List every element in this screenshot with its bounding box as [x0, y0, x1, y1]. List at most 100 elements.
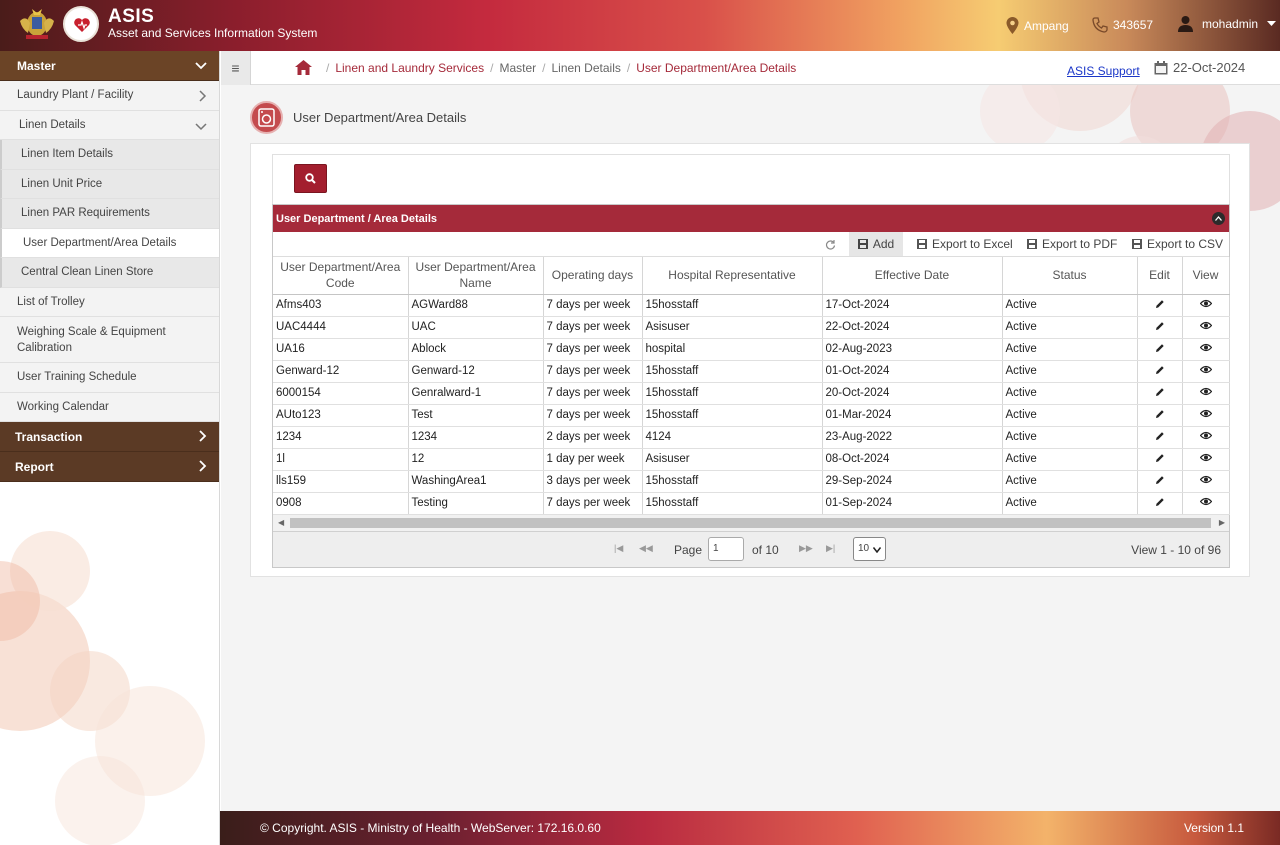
horizontal-scrollbar[interactable]: ◀ ▶ — [273, 515, 1229, 531]
sidebar-item-linen-item-details[interactable]: Linen Item Details — [0, 140, 219, 170]
refresh-button[interactable] — [825, 232, 836, 256]
sidebar-item-linen-unit-price[interactable]: Linen Unit Price — [0, 169, 219, 199]
export-csv-button[interactable]: Export to CSV — [1132, 232, 1223, 256]
table-row[interactable]: UA16 Ablock 7 days per week hospital 02-Aug-… — [273, 338, 1230, 361]
prev-page-icon[interactable]: ◀◀ — [639, 543, 653, 554]
chevron-right-icon — [199, 90, 207, 102]
sidebar-item-linen-details[interactable]: Linen Details — [0, 110, 219, 140]
view-eye-icon[interactable] — [1199, 431, 1212, 440]
page-number-input[interactable]: 1 — [708, 537, 744, 561]
column-header: Edit — [1137, 257, 1183, 295]
page-size-select[interactable]: 10 — [853, 537, 886, 561]
edit-pencil-icon[interactable] — [1155, 453, 1165, 463]
export-pdf-button[interactable]: Export to PDF — [1027, 232, 1117, 256]
column-header[interactable]: User Department/Area Code — [273, 257, 409, 295]
table-row[interactable]: 6000154 Genralward-1 7 days per week 15hoss… — [273, 382, 1230, 405]
table-cell: 7 days per week — [543, 404, 643, 427]
export-excel-button[interactable]: Export to Excel — [917, 232, 1013, 256]
sidebar-item-user-training[interactable]: User Training Schedule — [0, 363, 219, 393]
view-eye-icon[interactable] — [1199, 343, 1212, 352]
sidebar-item-list-of-trolley[interactable]: List of Trolley — [0, 287, 219, 317]
menu-master[interactable]: Master — [0, 51, 219, 81]
user-menu[interactable]: mohadmin — [1177, 15, 1277, 32]
scroll-right-icon[interactable]: ▶ — [1219, 518, 1225, 527]
phone-indicator[interactable]: 343657 — [1092, 17, 1153, 33]
table-row[interactable]: AUto123 Test 7 days per week 15hosstaff 01-M… — [273, 404, 1230, 427]
chevron-up-icon — [1215, 216, 1222, 221]
location-indicator[interactable]: Ampang — [1006, 17, 1069, 34]
view-eye-icon[interactable] — [1199, 475, 1212, 484]
edit-pencil-icon[interactable] — [1155, 321, 1165, 331]
home-icon[interactable] — [295, 60, 312, 75]
table-cell: 0908 — [273, 492, 409, 515]
collapse-grid-button[interactable] — [1212, 212, 1225, 225]
sidebar-item-label: Working Calendar — [17, 400, 109, 413]
table-row[interactable]: Genward-12 Genward-12 7 days per week 15hos… — [273, 360, 1230, 383]
menu-report[interactable]: Report — [0, 452, 219, 482]
main-content: ≡ / Linen and Laundry Services / Master … — [221, 51, 1280, 811]
table-cell: 7 days per week — [543, 360, 643, 383]
search-area — [272, 154, 1230, 204]
sidebar-item-laundry-plant[interactable]: Laundry Plant / Facility — [0, 81, 219, 111]
next-page-icon[interactable]: ▶▶ — [799, 543, 813, 554]
search-button[interactable] — [294, 164, 327, 193]
table-row[interactable]: 1234 1234 2 days per week 4124 23-Aug-2022 Ac… — [273, 426, 1230, 449]
table-cell: Active — [1002, 448, 1138, 471]
breadcrumb-item[interactable]: Linen and Laundry Services — [335, 61, 484, 75]
column-header[interactable]: User Department/Area Name — [408, 257, 544, 295]
table-row[interactable]: lls159 WashingArea1 3 days per week 15hosst… — [273, 470, 1230, 493]
scrollbar-thumb[interactable] — [290, 518, 1211, 528]
sidebar-item-weighing-scale[interactable]: Weighing Scale & Equipment Calibration — [0, 317, 219, 363]
view-eye-icon[interactable] — [1199, 299, 1212, 308]
table-row[interactable]: Afms403 AGWard88 7 days per week 15hosstaff… — [273, 294, 1230, 317]
edit-pencil-icon[interactable] — [1155, 475, 1165, 485]
brand-title: ASIS — [108, 6, 155, 27]
sidebar-item-working-calendar[interactable]: Working Calendar — [0, 392, 219, 422]
column-header[interactable]: Effective Date — [822, 257, 1003, 295]
view-cell — [1182, 316, 1230, 339]
table-row[interactable]: 1l 12 1 day per week Asisuser 08-Oct-2024 Act… — [273, 448, 1230, 471]
edit-pencil-icon[interactable] — [1155, 343, 1165, 353]
menu-toggle-button[interactable]: ≡ — [221, 51, 251, 85]
view-eye-icon[interactable] — [1199, 365, 1212, 374]
version-text: Version 1.1 — [1183, 821, 1244, 835]
view-eye-icon[interactable] — [1199, 321, 1212, 330]
menu-transaction[interactable]: Transaction — [0, 422, 219, 452]
asis-support-link[interactable]: ASIS Support — [1067, 64, 1140, 78]
view-eye-icon[interactable] — [1199, 453, 1212, 462]
view-eye-icon[interactable] — [1199, 497, 1212, 506]
table-cell: Active — [1002, 294, 1138, 317]
scroll-left-icon[interactable]: ◀ — [278, 518, 284, 527]
current-date: 22-Oct-2024 — [1154, 60, 1245, 75]
table-cell: 15hosstaff — [642, 360, 823, 383]
edit-pencil-icon[interactable] — [1155, 409, 1165, 419]
column-header[interactable]: Hospital Representative — [642, 257, 823, 295]
table-cell: 7 days per week — [543, 492, 643, 515]
sidebar-item-user-department[interactable]: User Department/Area Details — [0, 228, 219, 258]
table-cell: AUto123 — [273, 404, 409, 427]
view-eye-icon[interactable] — [1199, 409, 1212, 418]
sidebar-item-linen-par[interactable]: Linen PAR Requirements — [0, 199, 219, 229]
table-cell: 4124 — [642, 426, 823, 449]
column-header[interactable]: Status — [1002, 257, 1138, 295]
last-page-icon[interactable]: ▶| — [826, 543, 835, 554]
breadcrumb-item[interactable]: Master — [499, 61, 536, 75]
edit-pencil-icon[interactable] — [1155, 497, 1165, 507]
view-cell — [1182, 338, 1230, 361]
sidebar-item-central-clean-linen[interactable]: Central Clean Linen Store — [0, 258, 219, 288]
breadcrumb-item[interactable]: Linen Details — [551, 61, 620, 75]
column-header[interactable]: Operating days — [543, 257, 643, 295]
edit-pencil-icon[interactable] — [1155, 387, 1165, 397]
table-cell: 7 days per week — [543, 316, 643, 339]
table-row[interactable]: UAC4444 UAC 7 days per week Asisuser 22-Oct-… — [273, 316, 1230, 339]
add-button[interactable]: Add — [849, 232, 903, 256]
edit-pencil-icon[interactable] — [1155, 365, 1165, 375]
edit-pencil-icon[interactable] — [1155, 299, 1165, 309]
export-csv-label: Export to CSV — [1147, 237, 1224, 251]
page-size-value: 10 — [858, 543, 870, 554]
view-cell — [1182, 448, 1230, 471]
first-page-icon[interactable]: |◀ — [614, 543, 623, 554]
view-eye-icon[interactable] — [1199, 387, 1212, 396]
edit-pencil-icon[interactable] — [1155, 431, 1165, 441]
table-row[interactable]: 0908 Testing 7 days per week 15hosstaff 01-S… — [273, 492, 1230, 515]
